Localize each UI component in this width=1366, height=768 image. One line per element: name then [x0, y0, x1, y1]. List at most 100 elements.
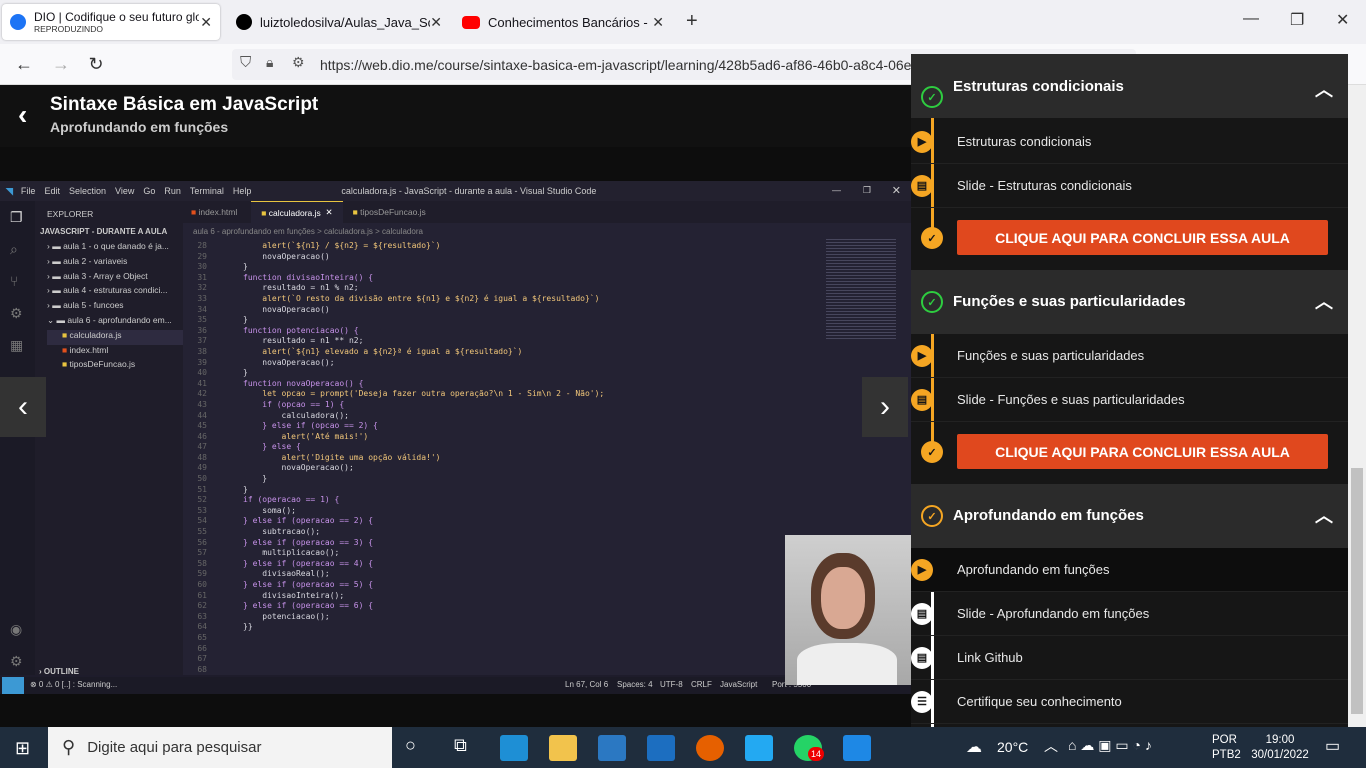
tray-chevron-icon[interactable]: ︿: [1044, 736, 1058, 756]
lesson-item[interactable]: ▤ Slide - Estruturas condicionais: [911, 164, 1348, 208]
code-line: function novaOperacao() {: [243, 378, 364, 388]
line-number: 31: [197, 272, 207, 282]
browser-tab-github[interactable]: luiztoledosilva/Aulas_Java_Scrip ✕: [228, 4, 450, 40]
firefox-icon[interactable]: [696, 735, 724, 761]
folder-item: › ▬ aula 1 - o que danado é ja...: [47, 241, 169, 251]
shield-icon[interactable]: ⛉: [240, 54, 251, 71]
collapse-chevron-icon[interactable]: ︿: [1315, 502, 1333, 528]
code-line: subtracao();: [243, 527, 321, 537]
collapse-chevron-icon[interactable]: ︿: [1315, 76, 1333, 102]
browser-tab-youtube[interactable]: Conhecimentos Bancários - Edi ✕: [454, 4, 672, 40]
next-lesson-chevron-icon[interactable]: ›: [862, 377, 908, 437]
section-header[interactable]: ✓ Estruturas condicionais ︿: [911, 54, 1348, 118]
lesson-item[interactable]: ▶ Estruturas condicionais: [911, 120, 1348, 164]
scrollbar-thumb[interactable]: [1351, 468, 1363, 714]
list-icon: ☰: [911, 690, 933, 713]
lesson-item[interactable]: ▶ Funções e suas particularidades: [911, 334, 1348, 378]
new-tab-icon[interactable]: +: [686, 10, 698, 33]
weather-temp[interactable]: 20°C: [997, 739, 1028, 755]
close-tab-icon[interactable]: ✕: [652, 14, 664, 31]
source-control-icon: ⑂: [10, 273, 19, 289]
file-explorer-icon[interactable]: [549, 735, 577, 761]
status-left: ⊗ 0 ⚠ 0 [..] : Scanning...: [30, 680, 118, 689]
tab-status: REPRODUZINDO: [34, 24, 103, 34]
close-tab-icon[interactable]: ✕: [200, 14, 212, 31]
code-line: } else if (operacao == 3) {: [243, 537, 374, 547]
browser-tab-strip: DIO | Codifique o seu futuro glo REPRODU…: [0, 0, 1366, 44]
github-favicon-icon: [236, 14, 252, 30]
remote-icon: [2, 677, 24, 694]
collapse-chevron-icon[interactable]: ︿: [1315, 288, 1333, 314]
taskbar-search[interactable]: ⚲ Digite aqui para pesquisar: [48, 727, 392, 768]
code-line: novaOperacao();: [243, 357, 335, 367]
play-icon: ▶: [911, 344, 933, 367]
vscode-taskbar-icon[interactable]: [745, 735, 773, 761]
code-line: alert('Até mais!'): [243, 431, 369, 441]
menu-item: Help: [232, 186, 252, 196]
restore-window-icon[interactable]: ❐: [1290, 10, 1304, 30]
lesson-item-current[interactable]: ▶ Aprofundando em funções: [911, 548, 1348, 592]
line-number: 48: [197, 452, 207, 462]
menu-item: File: [20, 186, 36, 196]
vscode-activity-bar: ❐ ⌕ ⑂ ⚙ ▦ ◉ ⚙: [0, 201, 35, 675]
page-scrollbar[interactable]: [1348, 85, 1366, 727]
line-number: 36: [197, 325, 207, 335]
back-chevron-icon[interactable]: ‹: [18, 99, 27, 131]
section-header[interactable]: ✓ Funções e suas particularidades ︿: [911, 270, 1348, 334]
document-icon: ▤: [911, 174, 933, 197]
store-icon[interactable]: [598, 735, 626, 761]
line-number: 30: [197, 262, 207, 272]
close-tab-icon[interactable]: ✕: [430, 14, 442, 31]
line-number: 51: [197, 484, 207, 494]
video-player[interactable]: ◥ File Edit Selection View Go Run Termin…: [0, 147, 911, 727]
code-line: function divisaoInteira() {: [243, 272, 374, 282]
lesson-item[interactable]: ▤ Link Github: [911, 636, 1348, 680]
permissions-icon[interactable]: ⚙: [292, 54, 305, 71]
browser-tab-dio[interactable]: DIO | Codifique o seu futuro glo REPRODU…: [2, 4, 220, 40]
language-indicator[interactable]: POR PTB2: [1212, 733, 1241, 763]
task-view-icon[interactable]: ⧉: [454, 735, 467, 756]
lock-icon[interactable]: 🔒︎: [266, 54, 273, 71]
tray-icons[interactable]: ⌂ ☁ ▣ ▭ ◔ ♪: [1068, 737, 1152, 754]
weather-icon[interactable]: ☁: [966, 737, 982, 757]
lesson-item[interactable]: ▤ Slide - Funções e suas particularidade…: [911, 378, 1348, 422]
vscode-explorer: EXPLORER JAVASCRIPT - DURANTE A AULA › ▬…: [35, 201, 183, 676]
line-number: 28: [197, 241, 207, 250]
complete-lesson-button[interactable]: CLIQUE AQUI PARA CONCLUIR ESSA AULA: [957, 220, 1328, 255]
app-icon[interactable]: [843, 735, 871, 761]
complete-lesson-button[interactable]: CLIQUE AQUI PARA CONCLUIR ESSA AULA: [957, 434, 1328, 469]
code-line: let opcao = prompt('Deseja fazer outra o…: [243, 389, 605, 399]
section-header[interactable]: ✓ Aprofundando em funções ︿: [911, 484, 1348, 548]
cortana-icon[interactable]: ○: [405, 735, 416, 756]
forward-arrow-icon[interactable]: →: [50, 54, 72, 75]
line-number: 64: [197, 622, 207, 632]
windows-start-icon[interactable]: ⊞: [15, 738, 30, 759]
code-line: calculadora();: [243, 410, 349, 420]
in-progress-check-icon: ✓: [921, 505, 943, 527]
lesson-item[interactable]: ☰ Certifique seu conhecimento: [911, 680, 1348, 724]
close-window-icon[interactable]: ✕: [1336, 10, 1349, 30]
lesson-item[interactable]: ▤ Slide - Aprofundando em funções: [911, 592, 1348, 636]
code-line: }: [243, 262, 248, 272]
back-arrow-icon[interactable]: ←: [13, 54, 35, 75]
code-line: }: [243, 315, 248, 325]
reload-icon[interactable]: ↻: [85, 54, 107, 75]
edge-icon[interactable]: [500, 735, 528, 761]
line-number: 42: [197, 389, 207, 399]
lessons-panel: ✓ Estruturas condicionais ︿ ▶ Estruturas…: [911, 54, 1348, 727]
code-line: }: [243, 474, 268, 484]
menu-item: Selection: [68, 186, 106, 196]
status-position: Ln 67, Col 6: [565, 680, 609, 689]
minimize-window-icon[interactable]: —: [1243, 10, 1259, 28]
clock[interactable]: 19:00 30/01/2022: [1246, 733, 1314, 763]
code-line: novaOperacao();: [243, 463, 354, 473]
search-icon: ⌕: [10, 241, 18, 257]
code-line: resultado = n1 ** n2;: [243, 336, 364, 346]
status-language: JavaScript: [720, 680, 758, 689]
folder-item: › ▬ aula 2 - variaveis: [47, 255, 128, 266]
notifications-icon[interactable]: ▭: [1325, 736, 1340, 756]
course-title: Sintaxe Básica em JavaScript: [50, 94, 319, 115]
mail-icon[interactable]: [647, 735, 675, 761]
previous-lesson-chevron-icon[interactable]: ‹: [0, 377, 46, 437]
code-line: alert(`${n1} / ${n2} = ${resultado}`): [243, 241, 441, 250]
